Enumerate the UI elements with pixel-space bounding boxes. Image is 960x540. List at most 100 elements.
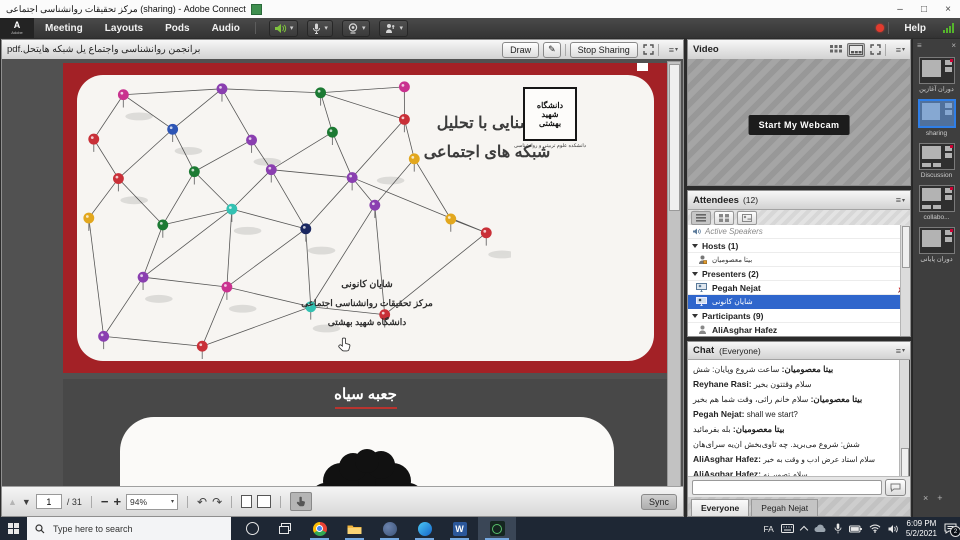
cortana-icon: [246, 522, 259, 535]
video-fullscreen-button[interactable]: [870, 44, 881, 55]
status-button[interactable]: ▾: [379, 20, 408, 37]
layouts-menu-button[interactable]: ≡: [917, 41, 922, 50]
video-pod-title: Video: [693, 44, 825, 55]
pointer-tool-button[interactable]: ✎: [543, 42, 561, 58]
rotate-left-button[interactable]: ↶: [197, 495, 207, 509]
onedrive-cloud-icon[interactable]: [814, 524, 827, 533]
filmstrip-view-button[interactable]: [847, 43, 865, 57]
fit-page-icon[interactable]: [241, 495, 252, 508]
status-view-button[interactable]: [737, 211, 757, 225]
attendees-scrollbar[interactable]: [900, 225, 910, 336]
breakout-view-button[interactable]: [714, 211, 734, 225]
zoom-out-button[interactable]: −: [101, 494, 109, 509]
minimize-button[interactable]: –: [888, 1, 912, 18]
chat-message: شش: شروع می‌برید. چه تاوی‌بخش ان‌یه سرای…: [693, 439, 895, 451]
pan-tool-button[interactable]: [290, 492, 312, 511]
attendee-row-host[interactable]: بیتا معصومیان: [688, 253, 910, 267]
menu-pods[interactable]: Pods: [154, 23, 200, 34]
taskbar-explorer[interactable]: [338, 517, 371, 540]
microphone-button[interactable]: ▾: [307, 20, 333, 37]
layout-item-collaboration[interactable]: collabo...: [913, 185, 960, 221]
taskbar-edge[interactable]: [408, 517, 441, 540]
webcam-button[interactable]: ▾: [342, 20, 371, 37]
layout-item-opening[interactable]: دوران آغازین: [913, 57, 960, 93]
speaker-dropdown[interactable]: ▾: [290, 24, 294, 32]
layout-item-closing[interactable]: دوران پایانی: [913, 227, 960, 263]
menu-meeting[interactable]: Meeting: [34, 23, 94, 34]
remove-layout-button[interactable]: ×: [923, 493, 928, 503]
close-button[interactable]: ×: [936, 1, 960, 18]
chat-pod-options[interactable]: ≡▾: [896, 346, 905, 356]
chat-messages[interactable]: بیتا معصومیان: ساعت شروع وپایان: شش Reyh…: [688, 360, 900, 480]
video-pod-options[interactable]: ≡▾: [896, 45, 905, 55]
add-layout-button[interactable]: +: [937, 493, 942, 503]
keyboard-icon[interactable]: [781, 524, 794, 533]
pod-options-button[interactable]: ≡▾: [669, 45, 678, 55]
webcam-dropdown[interactable]: ▾: [362, 24, 366, 32]
layout-item-discussion[interactable]: Discussion: [913, 143, 960, 179]
task-view-button[interactable]: [268, 517, 301, 540]
chat-scrollbar[interactable]: [899, 360, 909, 480]
word-icon: W: [453, 522, 467, 536]
action-center-button[interactable]: 2: [944, 523, 957, 534]
chat-tab-everyone[interactable]: Everyone: [691, 499, 749, 516]
fit-width-icon[interactable]: [257, 495, 271, 508]
layout-label: sharing: [913, 130, 960, 137]
scrollbar-thumb[interactable]: [902, 226, 910, 268]
participants-group-row[interactable]: Participants (9): [688, 309, 910, 323]
scrollbar-thumb[interactable]: [669, 64, 680, 211]
wifi-icon[interactable]: [869, 524, 881, 533]
layout-item-sharing-selected[interactable]: sharing: [913, 99, 960, 137]
tray-mic-icon[interactable]: [834, 523, 842, 534]
menu-audio[interactable]: Audio: [201, 23, 251, 34]
fullscreen-button[interactable]: [643, 44, 654, 55]
attendee-row-presenter2-selected[interactable]: شایان کانونی: [688, 295, 910, 309]
document-scrollbar[interactable]: [667, 61, 681, 487]
layouts-close-button[interactable]: ×: [951, 41, 956, 50]
sync-button[interactable]: Sync: [641, 494, 677, 510]
microphone-dropdown[interactable]: ▾: [324, 24, 328, 32]
taskbar-word[interactable]: W: [443, 517, 476, 540]
speaker-button[interactable]: ▾: [269, 20, 299, 37]
language-indicator[interactable]: FA: [763, 524, 773, 534]
volume-icon[interactable]: [888, 524, 899, 534]
maximize-button[interactable]: □: [912, 1, 936, 18]
chat-message: AliAsghar Hafez: سلام استاد عرض ادب و وق…: [693, 454, 895, 466]
attendee-row-participant1[interactable]: AliAsghar Hafez: [688, 323, 910, 336]
stop-sharing-button[interactable]: Stop Sharing: [570, 42, 638, 58]
list-view-button[interactable]: [691, 211, 711, 225]
battery-icon[interactable]: [849, 525, 862, 533]
menu-layouts[interactable]: Layouts: [94, 23, 154, 34]
search-icon: [35, 524, 45, 534]
chat-title: Chat: [693, 345, 714, 356]
page-down-button[interactable]: ▼: [22, 497, 31, 507]
connection-signal-icon[interactable]: [943, 23, 954, 33]
grid-view-button[interactable]: [830, 45, 842, 54]
page-up-button[interactable]: ▲: [8, 497, 17, 507]
attendees-pod-options[interactable]: ≡▾: [896, 195, 905, 205]
start-webcam-button[interactable]: Start My Webcam: [749, 115, 850, 135]
taskbar-search-input[interactable]: [27, 517, 231, 540]
menu-help[interactable]: Help: [893, 23, 937, 34]
status-dropdown[interactable]: ▾: [399, 24, 403, 32]
taskbar-clock[interactable]: 6:09 PM 5/2/2021: [906, 519, 937, 538]
hosts-group-row[interactable]: Hosts (1): [688, 239, 910, 253]
send-message-button[interactable]: [885, 479, 906, 496]
rotate-right-button[interactable]: ↷: [212, 495, 222, 509]
draw-button[interactable]: Draw: [502, 42, 539, 58]
start-button[interactable]: [0, 517, 27, 540]
taskbar-app-circle[interactable]: [373, 517, 406, 540]
scrollbar-thumb[interactable]: [901, 448, 909, 478]
attendee-row-presenter1[interactable]: Pegah Nejat: [688, 281, 910, 295]
taskbar-chrome[interactable]: [303, 517, 336, 540]
cortana-button[interactable]: [236, 517, 269, 540]
zoom-in-button[interactable]: +: [113, 494, 121, 509]
document-viewport[interactable]: آشنایی با تحلیل شبکه های اجتماعی دانشگاه…: [2, 59, 683, 487]
chat-input[interactable]: [692, 480, 882, 495]
page-number-input[interactable]: [36, 494, 62, 509]
chat-tab-private[interactable]: Pegah Nejat: [751, 499, 818, 516]
zoom-level-select[interactable]: 94% ▾: [126, 494, 178, 510]
presenters-group-row[interactable]: Presenters (2): [688, 267, 910, 281]
tray-expand-icon[interactable]: [800, 525, 808, 533]
taskbar-adobe-connect[interactable]: [478, 517, 516, 540]
